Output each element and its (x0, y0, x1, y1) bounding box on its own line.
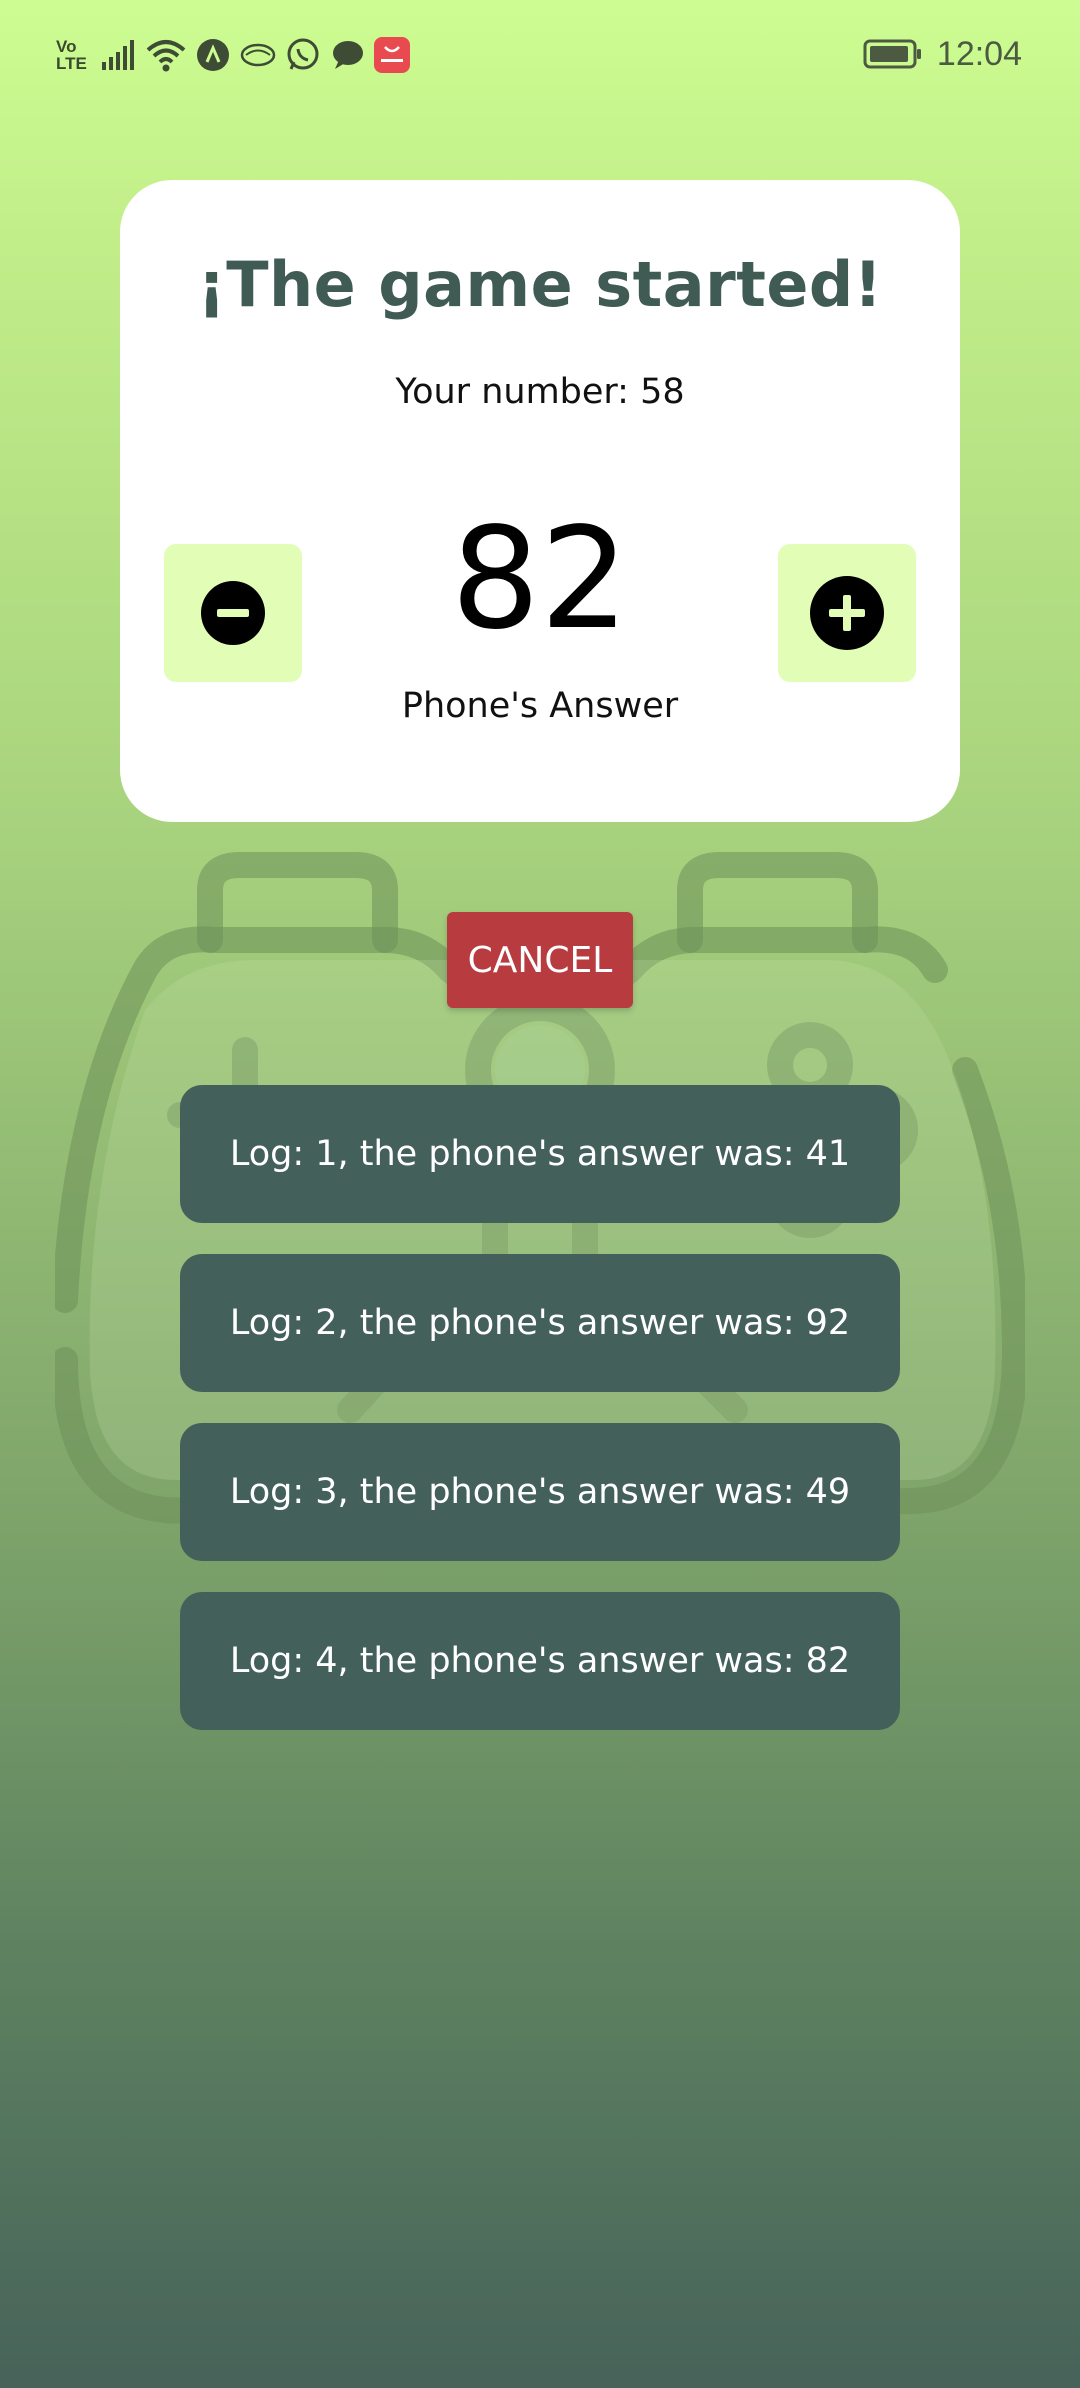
plus-circle-icon (810, 576, 884, 650)
game-card: ¡The game started! Your number: 58 82 Ph… (120, 180, 960, 822)
cancel-button[interactable]: CANCEL (447, 912, 633, 1008)
your-number-text: Your number: 58 (395, 372, 685, 412)
log-item: Log: 2, the phone's answer was: 92 (180, 1254, 900, 1392)
message-icon (330, 39, 364, 71)
app-gallery-icon (374, 37, 410, 73)
cloud-icon (240, 40, 276, 70)
status-icons-left: Vo LTE (56, 30, 410, 80)
log-list: Log: 1, the phone's answer was: 41 Log: … (180, 1085, 900, 1761)
clock: 12:04 (936, 34, 1022, 73)
battery-icon (863, 39, 923, 69)
wifi-icon (146, 38, 186, 72)
volte-icon: Vo LTE (56, 37, 87, 73)
log-item: Log: 4, the phone's answer was: 82 (180, 1592, 900, 1730)
page-title: ¡The game started! (197, 248, 883, 321)
status-icons-right: 12:04 (863, 28, 1022, 80)
guess-label: Phone's Answer (401, 686, 679, 726)
app-a-icon (196, 38, 230, 72)
log-item: Log: 1, the phone's answer was: 41 (180, 1085, 900, 1223)
whatsapp-icon (286, 38, 320, 72)
increment-button[interactable] (778, 544, 916, 682)
log-item: Log: 3, the phone's answer was: 49 (180, 1423, 900, 1561)
signal-icon (102, 40, 136, 70)
status-bar: Vo LTE 12:04 (0, 0, 1080, 110)
